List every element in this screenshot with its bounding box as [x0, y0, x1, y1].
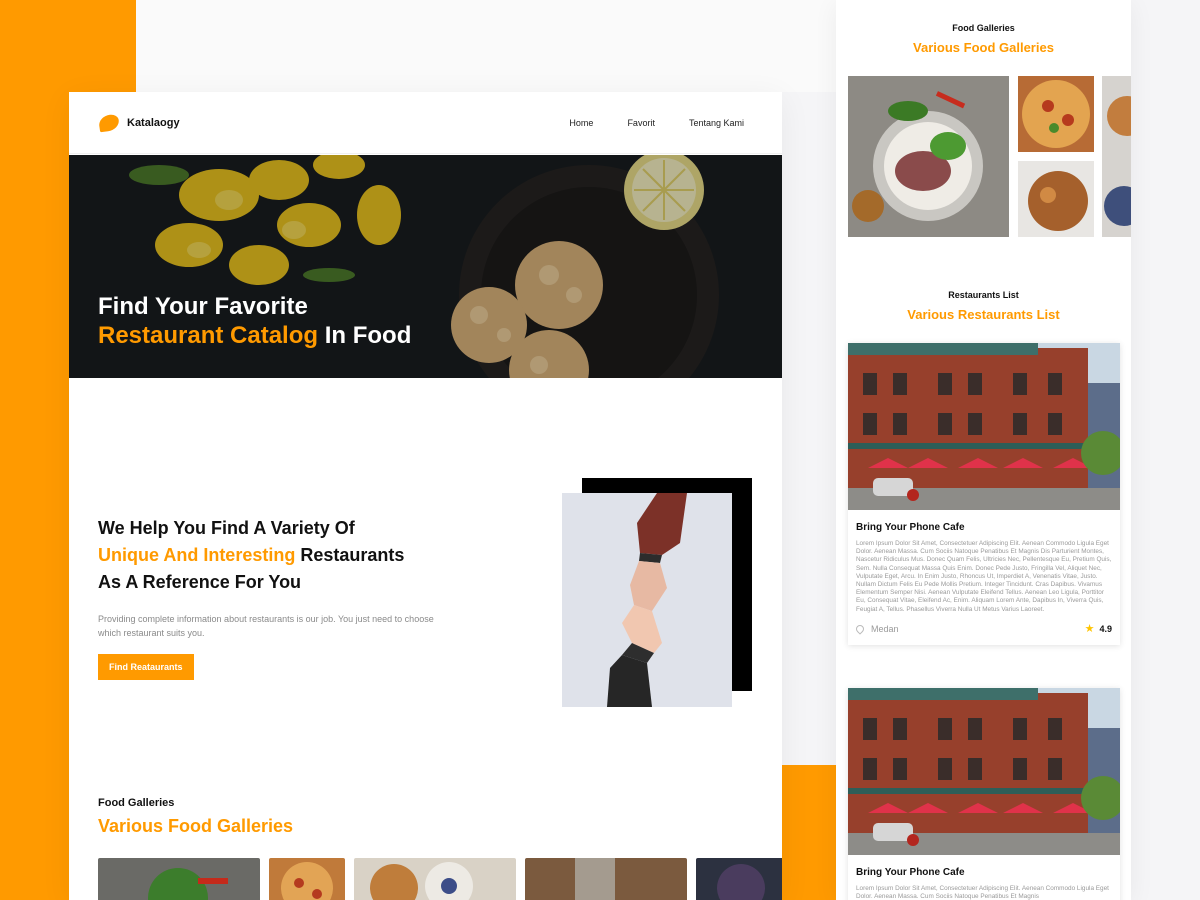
restaurant-name: Bring Your Phone Cafe: [856, 867, 965, 878]
logo-leaf-icon: [97, 113, 121, 132]
mobile-food-galleries-heading: Various Food Galleries: [913, 40, 1054, 55]
star-icon: ★: [1084, 622, 1095, 635]
card-body: Bring Your Phone Cafe Lorem Ipsum Dolor …: [848, 510, 1120, 645]
find-restaurants-button[interactable]: Find Reataurants: [98, 654, 194, 680]
food-galleries-label: Food Galleries: [98, 797, 175, 809]
backdrop-strip: [136, 0, 836, 92]
gallery-photo[interactable]: [354, 858, 516, 900]
restaurant-card[interactable]: Bring Your Phone Cafe Lorem Ipsum Dolor …: [848, 343, 1120, 645]
restaurant-city: Medan: [871, 624, 899, 635]
gallery-photo[interactable]: [98, 858, 260, 900]
desktop-page: Katalaogy Home Favorit Tentang Kami Find…: [69, 92, 782, 900]
help-heading-line3: As A Reference For You: [98, 572, 302, 592]
gallery-photo[interactable]: [1018, 76, 1094, 152]
nav-links: Home Favorit Tentang Kami: [569, 118, 744, 128]
help-heading-line1: We Help You Find A Variety Of: [98, 518, 355, 538]
hero-title: Find Your Favorite Restaurant Catalog In…: [98, 292, 411, 350]
help-section: We Help You Find A Variety Of Unique And…: [98, 515, 438, 680]
restaurant-description: Lorem Ipsum Dolor Sit Amet, Consectetuer…: [856, 540, 1112, 613]
mobile-page: Food Galleries Various Food Galleries Re…: [836, 0, 1131, 900]
gallery-photo[interactable]: [696, 858, 782, 900]
restaurant-card[interactable]: Bring Your Phone Cafe Lorem Ipsum Dolor …: [848, 688, 1120, 900]
nav-link-favorit[interactable]: Favorit: [627, 118, 655, 128]
handshake-photo: [562, 493, 732, 707]
navbar: Katalaogy Home Favorit Tentang Kami: [69, 92, 782, 154]
logo[interactable]: Katalaogy: [97, 113, 180, 132]
gallery-photo[interactable]: [1018, 161, 1094, 237]
gallery-photo[interactable]: [1102, 76, 1131, 237]
gallery-photo[interactable]: [269, 858, 345, 900]
hero-banner: Find Your Favorite Restaurant Catalog In…: [69, 155, 782, 378]
brand-name: Katalaogy: [127, 116, 180, 129]
hero-title-line2: Restaurant Catalog In Food: [98, 321, 411, 350]
rating-value: 4.9: [1099, 624, 1112, 635]
nav-link-home[interactable]: Home: [569, 118, 593, 128]
food-galleries-heading: Various Food Galleries: [98, 816, 294, 836]
help-heading: We Help You Find A Variety Of Unique And…: [98, 515, 438, 596]
restaurant-meta: Medan ★ 4.9: [854, 622, 1112, 635]
mobile-food-galleries-label: Food Galleries: [952, 23, 1015, 33]
help-description: Providing complete information about res…: [98, 614, 434, 638]
restaurant-name: Bring Your Phone Cafe: [856, 522, 965, 533]
mobile-restaurants-heading: Various Restaurants List: [907, 307, 1060, 322]
mobile-restaurants-label: Restaurants List: [948, 290, 1019, 300]
help-heading-line2: Unique And Interesting Restaurants: [98, 542, 438, 569]
help-heading-accent: Unique And Interesting: [98, 545, 296, 565]
handshake-illustration: [562, 493, 732, 707]
restaurant-description: Lorem Ipsum Dolor Sit Amet, Consectetuer…: [856, 885, 1109, 900]
help-heading-rest: Restaurants: [295, 545, 405, 565]
restaurant-photo: [848, 343, 1120, 510]
nav-link-tentang-kami[interactable]: Tentang Kami: [689, 118, 744, 128]
restaurant-rating: ★ 4.9: [1084, 622, 1112, 635]
gallery-photo[interactable]: [525, 858, 687, 900]
food-gallery-row: [98, 858, 782, 900]
gallery-photo[interactable]: [848, 76, 1009, 237]
restaurant-photo: [848, 688, 1120, 855]
location-pin-icon: [854, 623, 866, 635]
hero-title-accent: Restaurant Catalog: [98, 322, 319, 349]
card-body: Bring Your Phone Cafe Lorem Ipsum Dolor …: [848, 855, 1120, 900]
hero-title-line1: Find Your Favorite: [98, 293, 308, 320]
hero-title-rest: In Food: [318, 322, 412, 349]
orange-backdrop-right: [782, 765, 842, 900]
